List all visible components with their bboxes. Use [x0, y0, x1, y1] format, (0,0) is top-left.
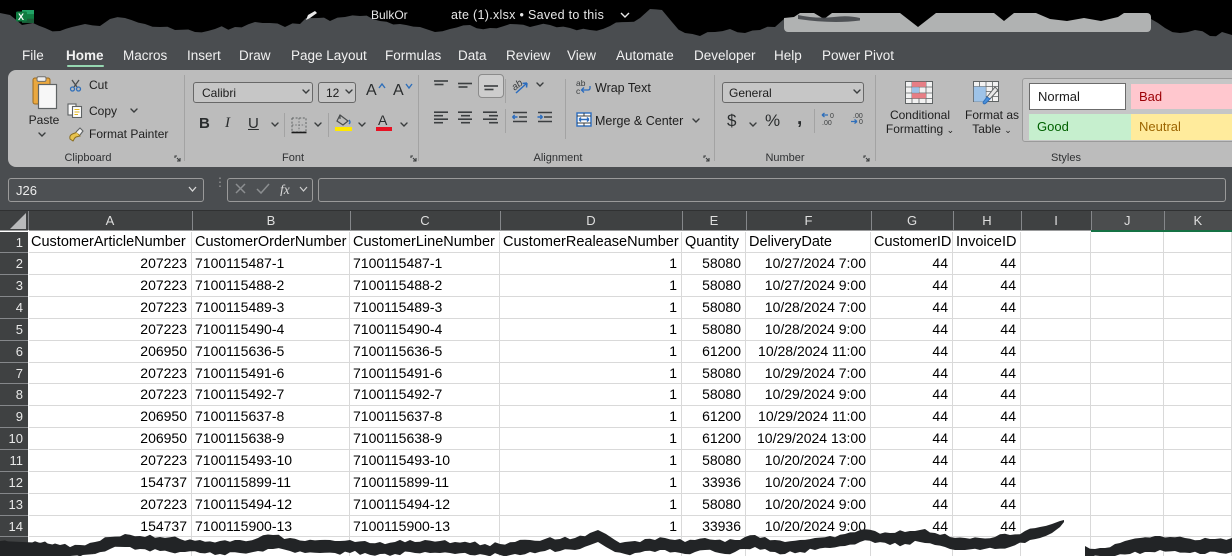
svg-text:0: 0: [830, 113, 834, 120]
svg-text:fx: fx: [280, 182, 290, 196]
svg-text:0: 0: [859, 119, 863, 125]
svg-text:.00: .00: [822, 120, 832, 125]
svg-text:X: X: [18, 12, 24, 22]
